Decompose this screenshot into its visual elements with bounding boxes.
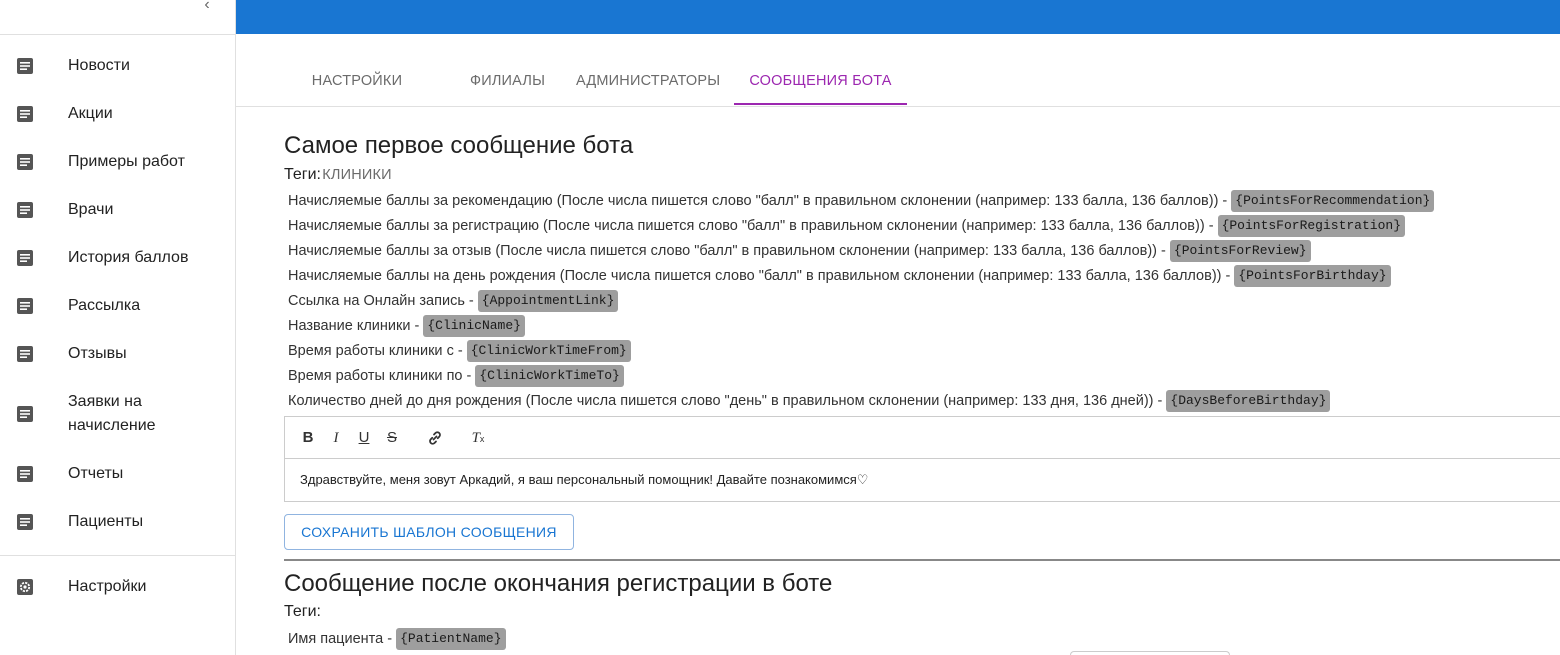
clear-format-x: x xyxy=(479,434,485,444)
tag-code: {DaysBeforeBirthday} xyxy=(1166,390,1331,412)
sidebar-item-points-history[interactable]: История баллов xyxy=(0,246,235,270)
italic-button[interactable]: I xyxy=(327,429,345,447)
sidebar-divider xyxy=(0,555,235,556)
sidebar-item-doctors[interactable]: Врачи xyxy=(0,198,235,222)
clear-format-button[interactable]: Tx xyxy=(469,429,487,447)
gear-icon xyxy=(17,579,33,595)
strike-button[interactable]: S xyxy=(383,429,401,447)
link-icon[interactable] xyxy=(426,429,444,447)
sidebar-item-label: Отчеты xyxy=(68,465,124,482)
sidebar-item-label: История баллов xyxy=(68,249,189,266)
sidebar-item-label: Настройки xyxy=(68,578,147,595)
document-icon xyxy=(17,406,33,422)
tag-description: Ссылка на Онлайн запись - xyxy=(288,293,478,309)
tag-code: {PointsForReview} xyxy=(1169,240,1311,262)
underline-button[interactable]: U xyxy=(355,429,373,447)
tag-code: {AppointmentLink} xyxy=(477,290,619,312)
sidebar-item-label: Отзывы xyxy=(68,345,127,362)
tag-description: Начисляемые баллы за рекомендацию (После… xyxy=(288,193,1232,209)
bold-button[interactable]: B xyxy=(299,429,317,447)
tab-administrators[interactable]: АДМИНИСТРАТОРЫ xyxy=(576,34,720,106)
tag-line: Ссылка на Онлайн запись - {AppointmentLi… xyxy=(288,290,619,312)
tag-code: {PointsForRegistration} xyxy=(1217,215,1405,237)
tag-code: {ClinicWorkTimeFrom} xyxy=(466,340,631,362)
sidebar-item-reports[interactable]: Отчеты xyxy=(0,462,235,486)
tag-code: {ClinicName} xyxy=(423,315,525,337)
document-icon xyxy=(17,58,33,74)
sidebar-item-settings[interactable]: Настройки xyxy=(0,575,235,599)
tag-line: Начисляемые баллы за рекомендацию (После… xyxy=(288,190,1435,212)
partial-element xyxy=(1070,651,1230,655)
sidebar-item-mailing[interactable]: Рассылка xyxy=(0,294,235,318)
tag-description: Время работы клиники по - xyxy=(288,368,476,384)
sidebar-item-label: Рассылка xyxy=(68,297,141,314)
tab-bot-messages[interactable]: СООБЩЕНИЯ БОТА xyxy=(734,34,907,106)
tag-description: Имя пациента - xyxy=(288,631,397,647)
tag-description: Количество дней до дня рождения (После ч… xyxy=(288,393,1167,409)
document-icon xyxy=(17,106,33,122)
sidebar-item-promotions[interactable]: Акции xyxy=(0,102,235,126)
sidebar-item-label: Примеры работ xyxy=(68,153,185,170)
sidebar-item-label: Акции xyxy=(68,105,113,122)
tag-description: Начисляемые баллы на день рождения (Посл… xyxy=(288,268,1235,284)
message-editor: B I U S Tx Здравствуйте, меня зовут Арка… xyxy=(284,416,1560,502)
document-icon xyxy=(17,466,33,482)
document-icon xyxy=(17,250,33,266)
tag-line: Начисляемые баллы за отзыв (После числа … xyxy=(288,240,1311,262)
tag-description: Название клиники - xyxy=(288,318,424,334)
section-title: Сообщение после окончания регистрации в … xyxy=(284,570,833,597)
sidebar-item-work-examples[interactable]: Примеры работ xyxy=(0,150,235,174)
document-icon xyxy=(17,346,33,362)
sidebar-item-label: Врачи xyxy=(68,201,114,218)
tag-line: Название клиники - {ClinicName} xyxy=(288,315,525,337)
tag-code: {PointsForBirthday} xyxy=(1234,265,1391,287)
link-icon-graphic xyxy=(429,431,441,445)
tags-label: Теги: xyxy=(284,166,321,183)
tab-branches[interactable]: ФИЛИАЛЫ xyxy=(470,34,545,106)
section-divider xyxy=(284,559,1560,561)
sidebar-item-label: Заявки на начисление xyxy=(68,393,156,434)
sidebar-header: ‹ xyxy=(0,0,235,35)
sidebar-item-label: Новости xyxy=(68,57,130,74)
sidebar-item-accrual-requests[interactable]: Заявки на начисление xyxy=(0,390,235,438)
save-template-button[interactable]: СОХРАНИТЬ ШАБЛОН СООБЩЕНИЯ xyxy=(284,514,574,550)
tag-description: Время работы клиники с - xyxy=(288,343,467,359)
tag-line: Количество дней до дня рождения (После ч… xyxy=(288,390,1331,412)
tag-description: Начисляемые баллы за отзыв (После числа … xyxy=(288,243,1170,259)
chevron-left-icon[interactable]: ‹ xyxy=(198,0,216,14)
editor-toolbar: B I U S Tx xyxy=(285,417,1560,459)
document-icon xyxy=(17,298,33,314)
sidebar-item-reviews[interactable]: Отзывы xyxy=(0,342,235,366)
editor-content[interactable]: Здравствуйте, меня зовут Аркадий, я ваш … xyxy=(285,459,1560,501)
tag-line: Начисляемые баллы за регистрацию (После … xyxy=(288,215,1405,237)
tag-code: {ClinicWorkTimeTo} xyxy=(475,365,624,387)
sidebar-item-news[interactable]: Новости xyxy=(0,54,235,78)
sidebar: ‹ Новости Акции Примеры работ Врачи Исто… xyxy=(0,0,236,655)
tag-line: Начисляемые баллы на день рождения (Посл… xyxy=(288,265,1391,287)
active-tab-indicator xyxy=(734,103,907,105)
tag-code: {PointsForRecommendation} xyxy=(1231,190,1435,212)
tab-bar: НАСТРОЙКИ КЛИНИКИ ФИЛИАЛЫ АДМИНИСТРАТОРЫ… xyxy=(236,34,1560,183)
tab-clinic-settings[interactable]: НАСТРОЙКИ КЛИНИКИ xyxy=(276,34,438,183)
document-icon xyxy=(17,154,33,170)
document-icon xyxy=(17,202,33,218)
tags-label: Теги: xyxy=(284,603,321,620)
tag-line: Имя пациента - {PatientName} xyxy=(288,628,506,650)
tag-line: Время работы клиники по - {ClinicWorkTim… xyxy=(288,365,624,387)
app-bar xyxy=(236,0,1560,34)
tag-description: Начисляемые баллы за регистрацию (После … xyxy=(288,218,1218,234)
sidebar-item-patients[interactable]: Пациенты xyxy=(0,510,235,534)
sidebar-item-label: Пациенты xyxy=(68,513,144,530)
tag-code: {PatientName} xyxy=(396,628,506,650)
document-icon xyxy=(17,514,33,530)
tag-line: Время работы клиники с - {ClinicWorkTime… xyxy=(288,340,631,362)
section-title: Самое первое сообщение бота xyxy=(284,132,634,159)
